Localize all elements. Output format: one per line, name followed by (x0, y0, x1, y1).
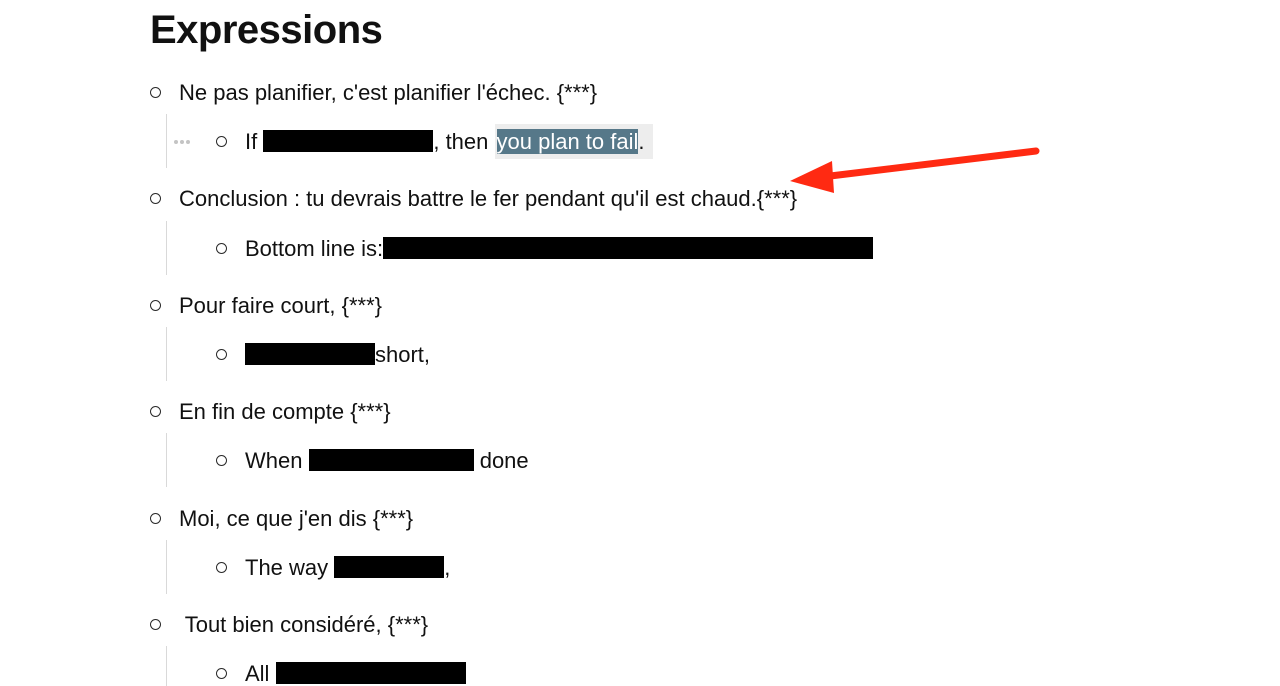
selected-text[interactable]: you plan to fail (497, 129, 639, 154)
bullet-icon (216, 136, 227, 147)
redaction (383, 237, 873, 259)
en-mid: done (474, 448, 529, 473)
redaction (263, 130, 433, 152)
en-mid: short, (375, 342, 430, 367)
tree-guide-line (166, 646, 167, 686)
item-en-text: The way , (245, 550, 450, 585)
item-fr-text: Moi, ce que j'en dis {***} (179, 501, 413, 536)
more-handle-icon[interactable] (174, 140, 190, 144)
highlight-container: you plan to fail. (495, 124, 653, 159)
tree-guide-line (166, 221, 167, 275)
item-en-text: All (245, 656, 466, 686)
bullet-icon (216, 562, 227, 573)
item-en-text: When done (245, 443, 529, 478)
en-mid: , (444, 555, 450, 580)
bullet-icon (150, 513, 161, 524)
bullet-icon (150, 406, 161, 417)
item-fr-text: Pour faire court, {***} (179, 288, 382, 323)
page-title: Expressions (150, 8, 1280, 53)
bullet-icon (150, 87, 161, 98)
item-fr-text: Tout bien considéré, {***} (179, 607, 428, 642)
outline-item-fr[interactable]: Pour faire court, {***} (150, 284, 1280, 327)
bullet-icon (216, 455, 227, 466)
redaction (276, 662, 466, 684)
bullet-icon (150, 193, 161, 204)
redaction (245, 343, 375, 365)
outline-item-fr[interactable]: Tout bien considéré, {***} (150, 603, 1280, 646)
tree-guide-line (166, 327, 167, 381)
en-pre: All (245, 661, 276, 686)
redaction (334, 556, 444, 578)
bullet-icon (150, 619, 161, 630)
en-pre: Bottom line is: (245, 236, 383, 261)
outline-item-en[interactable]: The way , (216, 546, 1280, 589)
bullet-icon (216, 243, 227, 254)
en-pre: The way (245, 555, 334, 580)
tree-guide-line (166, 114, 167, 168)
outline-item-en[interactable]: short, (216, 333, 1280, 376)
tree-guide-line (166, 540, 167, 594)
en-mid: , then (433, 129, 494, 154)
tree-guide-line (166, 433, 167, 487)
bullet-icon (150, 300, 161, 311)
outline-item-fr[interactable]: En fin de compte {***} (150, 390, 1280, 433)
outline-item-en[interactable]: If , then you plan to fail. (216, 120, 1280, 163)
outline-item-fr[interactable]: Ne pas planifier, c'est planifier l'éche… (150, 71, 1280, 114)
en-pre: When (245, 448, 309, 473)
outline-item-fr[interactable]: Conclusion : tu devrais battre le fer pe… (150, 177, 1280, 220)
outline-item-fr[interactable]: Moi, ce que j'en dis {***} (150, 497, 1280, 540)
outline-item-en[interactable]: Bottom line is: (216, 227, 1280, 270)
item-en-text: short, (245, 337, 430, 372)
outline-item-en[interactable]: When done (216, 439, 1280, 482)
bullet-icon (216, 668, 227, 679)
item-en-text: Bottom line is: (245, 231, 873, 266)
redaction (309, 449, 474, 471)
item-fr-text: En fin de compte {***} (179, 394, 391, 429)
item-en-text: If , then you plan to fail. (245, 124, 653, 159)
item-fr-text: Conclusion : tu devrais battre le fer pe… (179, 181, 797, 216)
bullet-icon (216, 349, 227, 360)
outline-container: Ne pas planifier, c'est planifier l'éche… (150, 71, 1280, 686)
item-fr-text: Ne pas planifier, c'est planifier l'éche… (179, 75, 597, 110)
outline-item-en[interactable]: All (216, 652, 1280, 686)
en-pre: If (245, 129, 263, 154)
